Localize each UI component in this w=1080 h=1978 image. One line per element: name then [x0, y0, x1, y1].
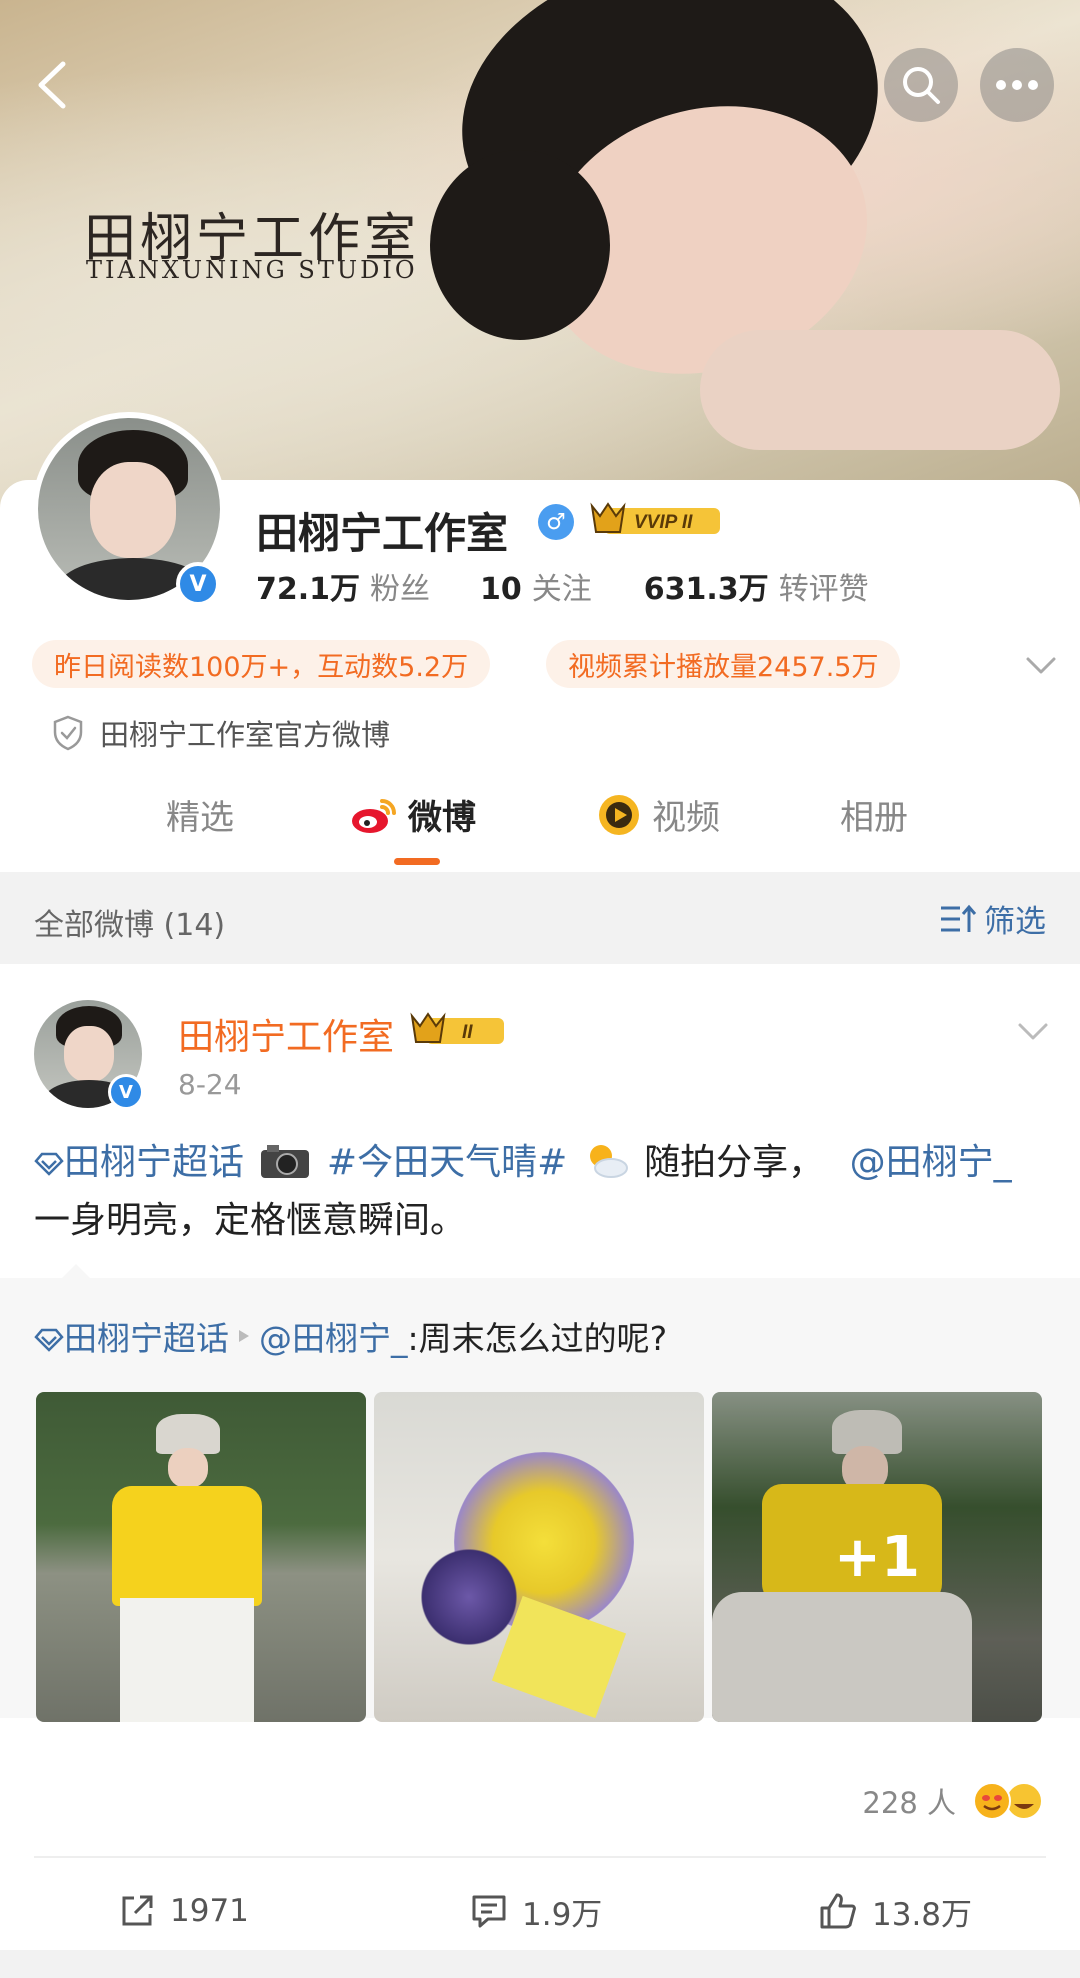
- tab-album[interactable]: 相册: [840, 790, 908, 839]
- share-icon: [122, 1895, 153, 1926]
- reading-stats-pill[interactable]: 昨日阅读数100万+，互动数5.2万: [32, 640, 491, 688]
- like-count: 13.8万: [872, 1896, 973, 1933]
- actions-divider: [34, 1856, 1046, 1858]
- profile-name: 田栩宁工作室: [256, 509, 509, 558]
- bottom-separator: [0, 1950, 1080, 1978]
- super-topic-link[interactable]: 田栩宁超话: [34, 1142, 244, 1183]
- hashtag-link[interactable]: #今田天气晴#: [327, 1142, 567, 1183]
- repost-mention-link[interactable]: @田栩宁_: [259, 1312, 408, 1360]
- stat-following[interactable]: 10 关注: [480, 564, 592, 608]
- filter-bar: 全部微博 (14) 筛选: [0, 872, 1080, 964]
- post-verified-badge-icon: V: [108, 1074, 144, 1110]
- tab-video[interactable]: 视频: [596, 790, 720, 839]
- camera-emoji-icon: [261, 1145, 310, 1178]
- profile-tabs: 精选 微博 视频 相册: [0, 790, 1080, 870]
- profile-stats: 72.1万 粉丝 10 关注 631.3万 转评赞: [256, 564, 869, 608]
- male-gender-icon: ♂: [538, 504, 574, 540]
- comment-count: 1.9万: [522, 1896, 603, 1933]
- thumbs-up-icon: [820, 1893, 856, 1929]
- chevron-left-icon: [38, 61, 66, 109]
- verified-badge-icon: V: [176, 562, 220, 606]
- repost-super-topic-link[interactable]: 田栩宁超话: [34, 1312, 229, 1360]
- post-text-part-2: 一身明亮，定格惬意瞬间。: [34, 1200, 467, 1241]
- stat-interactions[interactable]: 631.3万 转评赞: [644, 564, 869, 608]
- more-photos-count: +1: [712, 1392, 1042, 1722]
- post-author-name[interactable]: 田栩宁工作室: [178, 1008, 394, 1060]
- vvip-badge[interactable]: VVIP II: [590, 502, 724, 538]
- post-menu-chevron-icon[interactable]: [1016, 1014, 1050, 1048]
- back-button[interactable]: [22, 50, 82, 120]
- post-photo-1[interactable]: [36, 1392, 366, 1722]
- video-play-icon: [599, 794, 639, 835]
- shield-check-icon: [53, 715, 83, 751]
- post-photo-3[interactable]: +1: [712, 1392, 1042, 1722]
- search-icon: [903, 67, 940, 104]
- filter-button-label: 筛选: [984, 904, 1046, 940]
- post-date: 8-24: [178, 1068, 242, 1101]
- post-text-part-1: 随拍分享，: [644, 1142, 825, 1183]
- reactions-summary[interactable]: 228 人: [862, 1780, 1046, 1822]
- filter-sort-icon: [941, 904, 977, 932]
- more-dots-icon: [996, 80, 1038, 90]
- vvip-badge-label: VVIP II: [634, 512, 693, 533]
- tab-album-label: 相册: [840, 798, 908, 838]
- tab-weibo-label: 微博: [408, 798, 476, 838]
- vip-crown-badge[interactable]: II: [410, 1012, 506, 1048]
- share-count: 1971: [170, 1893, 249, 1929]
- weibo-post: V 田栩宁工作室 II 8-24 田栩宁超话 #今田天气晴# 随拍分享， @田栩…: [0, 964, 1080, 1978]
- stat-followers[interactable]: 72.1万 粉丝: [256, 564, 430, 608]
- like-button[interactable]: 13.8万: [818, 1876, 972, 1946]
- repost-diamond-icon: [34, 1328, 64, 1352]
- triangle-right-icon: [239, 1330, 249, 1342]
- weibo-logo-icon: [352, 798, 396, 833]
- search-button[interactable]: [884, 48, 958, 122]
- banner-portrait-hand: [700, 330, 1060, 450]
- tab-featured-label: 精选: [166, 798, 234, 838]
- vip-crown-badge-label: II: [462, 1022, 473, 1043]
- comment-button[interactable]: 1.9万: [470, 1876, 602, 1946]
- tab-featured[interactable]: 精选: [166, 790, 234, 839]
- repost-question: :周末怎么过的呢?: [407, 1319, 668, 1358]
- tab-weibo[interactable]: 微博: [350, 790, 476, 839]
- filter-button[interactable]: 筛选: [938, 896, 1046, 941]
- sun-cloud-emoji-icon: [589, 1145, 628, 1178]
- active-tab-indicator: [394, 858, 440, 865]
- tab-video-label: 视频: [652, 798, 720, 838]
- diamond-icon: [34, 1152, 64, 1176]
- share-button[interactable]: 1971: [118, 1876, 249, 1946]
- video-plays-pill[interactable]: 视频累计播放量2457.5万: [546, 640, 901, 688]
- mention-link[interactable]: @田栩宁_: [850, 1142, 1012, 1183]
- repost-text: 田栩宁超话 @田栩宁_:周末怎么过的呢?: [34, 1312, 667, 1360]
- reaction-emojis-icon: [973, 1782, 1043, 1820]
- weibo-profile-page: 田栩宁工作室 TIANXUNING STUDIO V 田栩宁工作室 ♂ VVIP…: [0, 0, 1080, 1978]
- chevron-down-icon[interactable]: [1024, 648, 1058, 682]
- more-button[interactable]: [980, 48, 1054, 122]
- post-photo-2[interactable]: [374, 1392, 704, 1722]
- official-account-text: 田栩宁工作室官方微博: [100, 718, 391, 752]
- post-count-label: 全部微博 (14): [34, 908, 226, 943]
- post-body: 田栩宁超话 #今田天气晴# 随拍分享， @田栩宁_ 一身明亮，定格惬意瞬间。: [34, 1134, 1044, 1250]
- comment-icon: [472, 1895, 506, 1928]
- official-account-line: 田栩宁工作室官方微博: [52, 712, 390, 754]
- reactions-count: 228 人: [862, 1786, 956, 1820]
- banner-portrait-hair-side: [430, 150, 610, 340]
- banner-subtitle: TIANXUNING STUDIO: [86, 256, 418, 284]
